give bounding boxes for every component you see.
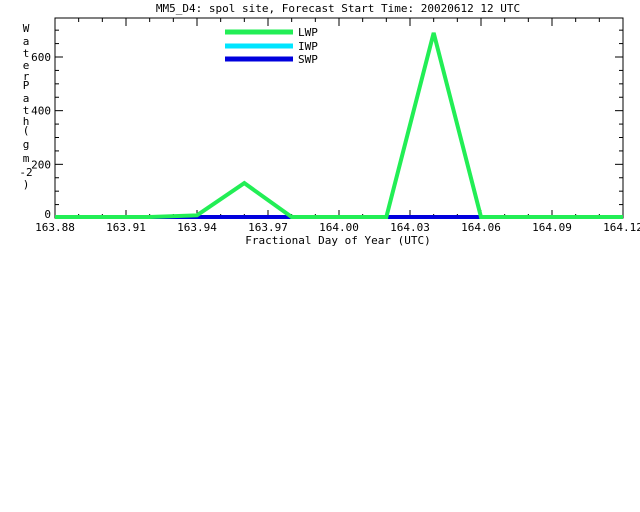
x-tick-label: 164.00 — [319, 221, 359, 234]
series-line-lwp — [55, 32, 623, 219]
water-path-chart: MM5_D4: spol site, Forecast Start Time: … — [19, 2, 640, 247]
y-label-char: m — [23, 152, 30, 165]
x-axis-label: Fractional Day of Year (UTC) — [245, 234, 430, 247]
x-tick-label: 163.97 — [248, 221, 288, 234]
x-tick-label: 164.03 — [390, 221, 430, 234]
legend: LWPIWPSWP — [225, 26, 318, 66]
x-tick-label: 164.09 — [532, 221, 572, 234]
plot-frame — [54, 17, 624, 219]
y-label-char: g — [23, 138, 30, 151]
y-label-char: ( — [23, 124, 30, 137]
y-tick-label: 400 — [31, 105, 51, 118]
legend-label-swp: SWP — [298, 53, 318, 66]
y-label-char: ) — [23, 178, 30, 191]
y-axis-ticks: 0 200 400 600 — [31, 29, 623, 221]
legend-label-lwp: LWP — [298, 26, 318, 39]
x-axis-ticks: 163.88 163.91 163.94 163.97 164.00 164.03 164.… — [35, 18, 640, 234]
x-tick-label: 164.12 — [603, 221, 640, 234]
y-label-char: W — [23, 22, 30, 35]
chart-title: MM5_D4: spol site, Forecast Start Time: … — [156, 2, 520, 15]
x-tick-label: 163.91 — [106, 221, 146, 234]
x-tick-label: 164.06 — [461, 221, 501, 234]
x-tick-label: 163.94 — [177, 221, 217, 234]
y-tick-label: 600 — [31, 51, 51, 64]
x-tick-label: 163.88 — [35, 221, 75, 234]
legend-label-iwp: IWP — [298, 40, 318, 53]
y-tick-label: 200 — [31, 158, 51, 171]
series-lines — [55, 32, 623, 219]
y-tick-label: 0 — [44, 208, 51, 221]
y-label-char: P — [23, 79, 30, 92]
